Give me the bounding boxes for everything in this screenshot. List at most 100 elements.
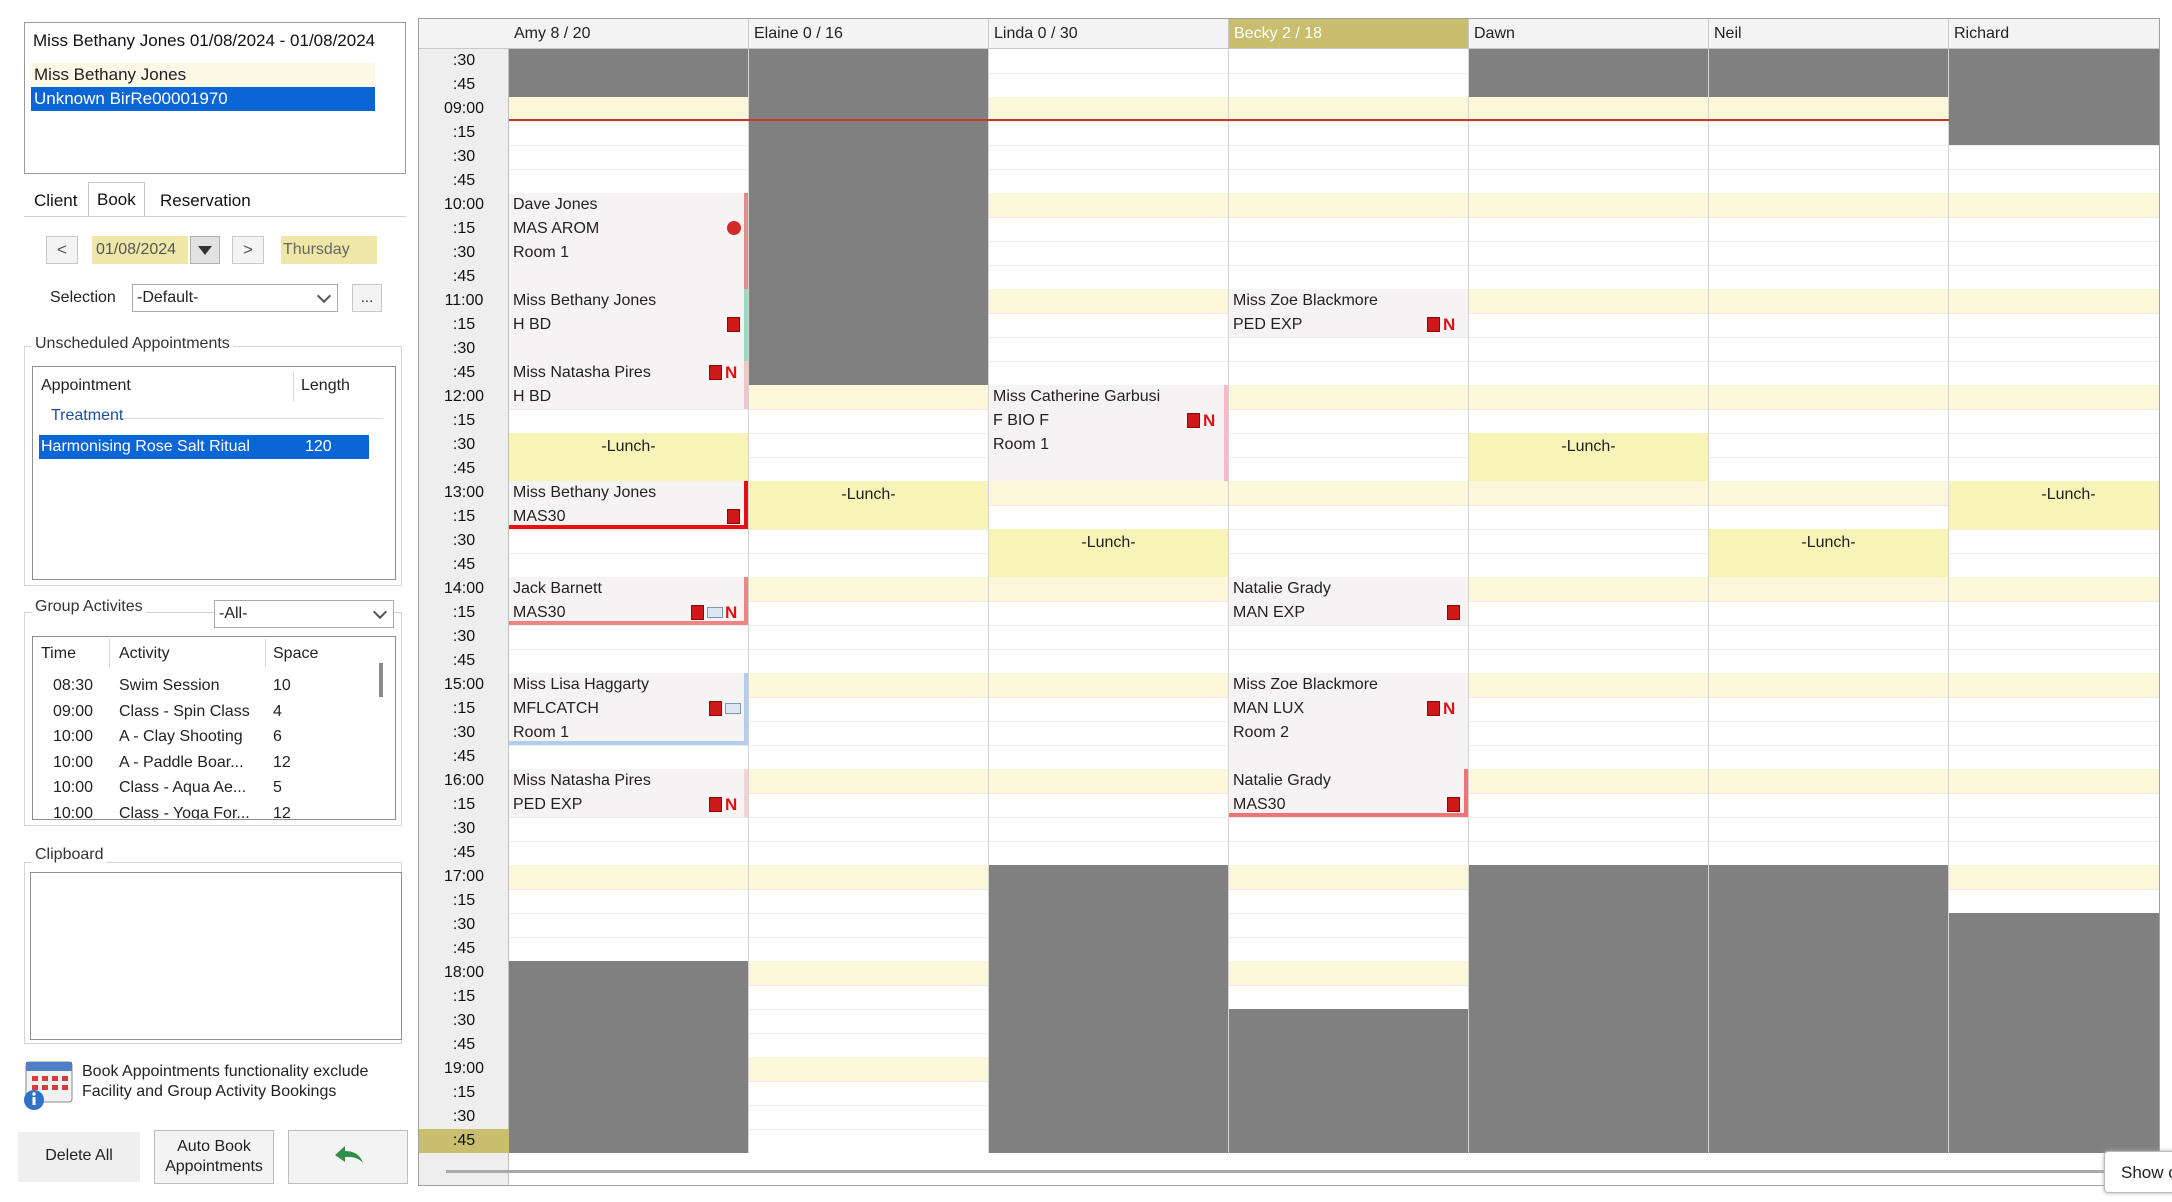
clipboard-area[interactable] <box>30 872 402 1040</box>
appointment-block[interactable]: Jack Barnett MAS30 N <box>509 577 748 625</box>
hour-band <box>1469 769 1708 793</box>
slot-line <box>509 817 748 818</box>
appointment-service: H BD <box>513 316 552 333</box>
undo-button[interactable] <box>288 1130 408 1184</box>
unscheduled-group-treatment: Treatment <box>51 407 124 424</box>
col-space: Space <box>273 645 319 662</box>
unavailable-block <box>509 961 748 1153</box>
show-button[interactable]: Show c <box>2104 1151 2172 1193</box>
time-label: :15 <box>452 988 476 1005</box>
slot-line <box>1229 817 1468 818</box>
staff-column[interactable]: -Lunch- <box>1949 49 2159 1153</box>
tab-book[interactable]: Book <box>88 182 145 217</box>
date-field[interactable]: 01/08/2024 <box>92 236 188 264</box>
day-field: Thursday <box>281 236 377 264</box>
staff-column[interactable]: -Lunch- <box>1709 49 1949 1153</box>
tab-reservation[interactable]: Reservation <box>160 186 251 216</box>
column-separator <box>265 639 266 667</box>
lunch-block[interactable]: -Lunch- <box>989 529 1228 577</box>
selection-combo[interactable]: -Default- <box>132 284 338 312</box>
appointment-block[interactable]: Natalie Grady MAS30 <box>1229 769 1468 817</box>
staff-header[interactable]: Richard <box>1949 19 2159 49</box>
staff-header[interactable]: Amy 8 / 20 <box>509 19 749 49</box>
hour-band <box>1469 289 1708 313</box>
list-item[interactable]: 10:00 Class - Aqua Ae... 5 <box>33 775 373 800</box>
time-label: :30 <box>452 1108 476 1125</box>
appointment-block[interactable]: Natalie Grady MAN EXP <box>1229 577 1468 625</box>
delete-all-button[interactable]: Delete All <box>18 1132 140 1182</box>
staff-header[interactable]: Dawn <box>1469 19 1709 49</box>
lunch-block[interactable]: -Lunch- <box>509 433 748 481</box>
lunch-block[interactable]: -Lunch- <box>1469 433 1708 481</box>
list-item[interactable]: 10:00 A - Paddle Boar... 12 <box>33 750 373 775</box>
appointment-block[interactable]: Miss Bethany Jones H BD <box>509 289 748 361</box>
list-item[interactable]: 09:00 Class - Spin Class 4 <box>33 699 373 724</box>
client-row-selected[interactable]: Unknown BirRe00001970 <box>31 87 375 111</box>
hour-band <box>1469 193 1708 217</box>
slot-line <box>1949 433 2159 434</box>
staff-header[interactable]: Linda 0 / 30 <box>989 19 1229 49</box>
auto-book-button[interactable]: Auto Book Appointments <box>154 1130 274 1184</box>
appointment-block[interactable]: Miss Lisa Haggarty MFLCATCH Room 1 <box>509 673 748 745</box>
new-client-icon: N <box>725 603 738 622</box>
slot-line <box>1949 649 2159 650</box>
prev-date-button[interactable]: < <box>46 236 78 264</box>
slot-line <box>1469 505 1708 506</box>
slot-line <box>509 409 748 410</box>
slot-line <box>1709 145 1948 146</box>
slot-line <box>1229 913 1468 914</box>
horizontal-scrollbar[interactable] <box>446 1170 2106 1173</box>
scrollbar-thumb[interactable] <box>379 663 383 697</box>
status-edge <box>744 481 748 529</box>
slot-line <box>1709 793 1948 794</box>
appointment-block[interactable]: Miss Zoe Blackmore PED EXP N <box>1229 289 1468 337</box>
staff-header[interactable]: Neil <box>1709 19 1949 49</box>
selection-label: Selection <box>50 289 116 306</box>
appointment-block[interactable]: Miss Natasha Pires PED EXP N <box>509 769 748 817</box>
lunch-block[interactable]: -Lunch- <box>1709 529 1948 577</box>
staff-header[interactable]: Becky 2 / 18 <box>1229 19 1469 49</box>
staff-header[interactable]: Elaine 0 / 16 <box>749 19 989 49</box>
client-row[interactable]: Miss Bethany Jones <box>31 63 375 87</box>
lunch-block[interactable]: -Lunch- <box>749 481 988 529</box>
selection-more-button[interactable]: ... <box>352 284 382 312</box>
staff-column[interactable]: -Lunch- <box>1469 49 1709 1153</box>
new-client-icon: N <box>1443 699 1456 718</box>
slot-line <box>749 745 988 746</box>
slot-line <box>1949 241 2159 242</box>
slot-line <box>1949 721 2159 722</box>
slot-line <box>989 217 1228 218</box>
date-dropdown-button[interactable] <box>190 236 220 264</box>
appointment-block[interactable]: Miss Bethany Jones MAS30 <box>509 481 748 529</box>
slot-line <box>1229 241 1468 242</box>
slot-line <box>1229 361 1468 362</box>
slot-line <box>1709 169 1948 170</box>
group-activities-filter[interactable]: -All- <box>214 600 394 628</box>
lunch-block[interactable]: -Lunch- <box>1949 481 2159 529</box>
activity-activity: Swim Session <box>119 677 220 694</box>
staff-column[interactable]: -Lunch- Dave Jones MAS AROM Room 1 Miss Beth… <box>509 49 749 1153</box>
slot-line <box>1949 409 2159 410</box>
flag-icon <box>709 701 722 716</box>
tab-client[interactable]: Client <box>34 186 77 216</box>
staff-column[interactable]: Miss Zoe Blackmore PED EXP N Natalie Grady M… <box>1229 49 1469 1153</box>
list-item[interactable]: Harmonising Rose Salt Ritual 120 <box>39 435 369 459</box>
appointment-block[interactable]: Miss Natasha Pires H BD N <box>509 361 748 409</box>
unscheduled-list: Appointment Length Treatment Harmonising… <box>32 366 396 580</box>
staff-column[interactable]: -Lunch- <box>749 49 989 1153</box>
appointment-block[interactable]: Dave Jones MAS AROM Room 1 <box>509 193 748 289</box>
appointment-block[interactable]: Miss Zoe Blackmore MAN LUX Room 2 N <box>1229 673 1468 769</box>
staff-column[interactable]: -Lunch- Miss Catherine Garbusi F BIO F Room… <box>989 49 1229 1153</box>
appointment-block[interactable]: Miss Catherine Garbusi F BIO F Room 1 N <box>989 385 1228 481</box>
status-edge <box>744 289 748 361</box>
slot-line <box>1709 313 1948 314</box>
slot-line <box>1229 649 1468 650</box>
next-date-button[interactable]: > <box>232 236 264 264</box>
list-item[interactable]: 10:00 A - Clay Shooting 6 <box>33 724 373 749</box>
list-item[interactable]: 10:00 Class - Yoga For... 12 <box>33 801 373 820</box>
slot-line <box>1709 337 1948 338</box>
clipboard-title: Clipboard <box>32 846 107 864</box>
unavailable-block <box>1949 913 2159 1153</box>
list-item[interactable]: 08:30 Swim Session 10 <box>33 673 373 698</box>
flag-icon <box>727 509 740 524</box>
